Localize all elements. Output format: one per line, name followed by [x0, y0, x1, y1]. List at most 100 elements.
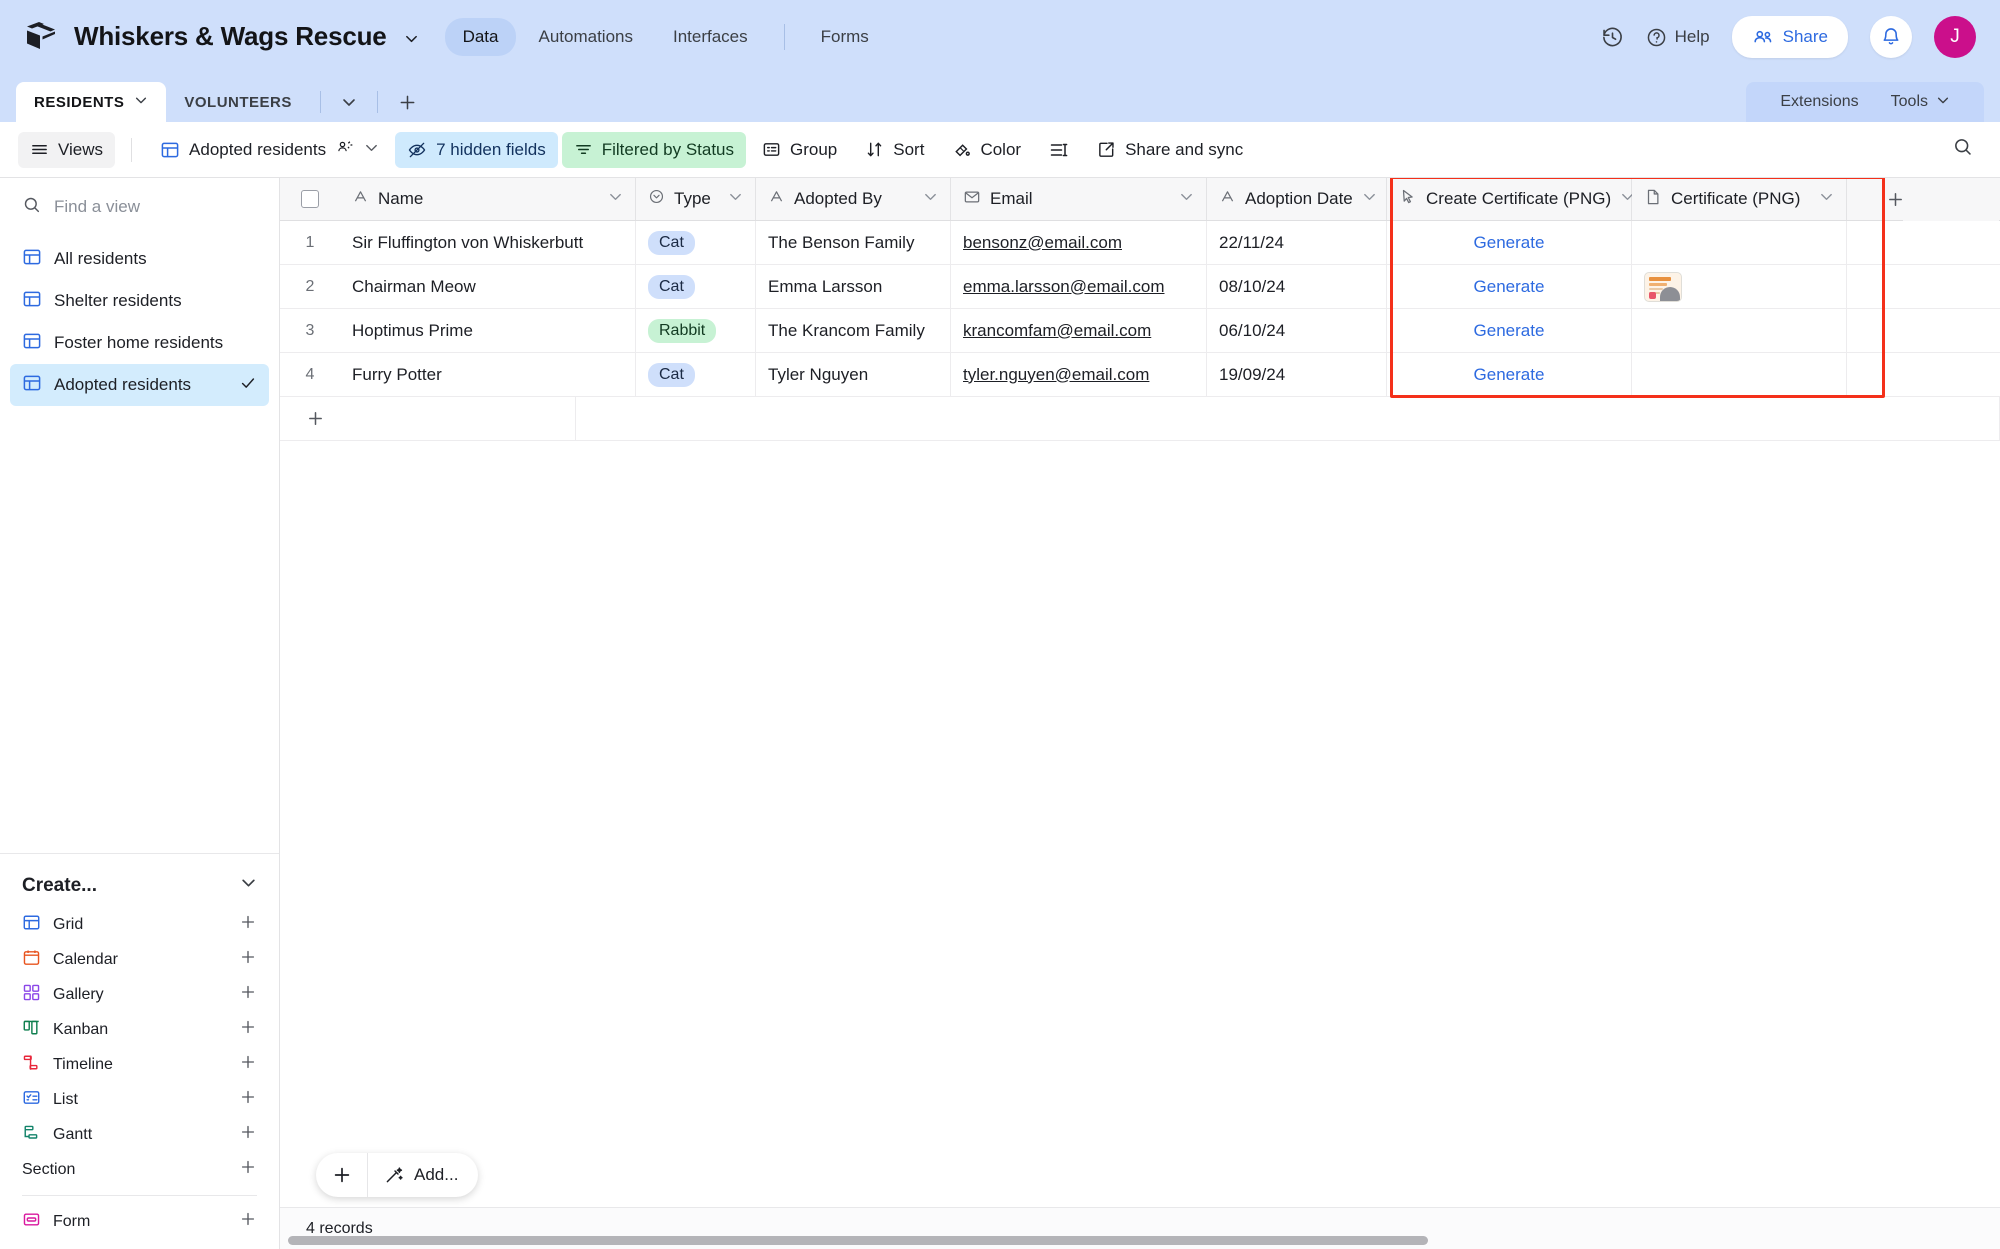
base-title[interactable]: Whiskers & Wags Rescue	[74, 21, 419, 54]
chevron-down-icon[interactable]	[728, 189, 743, 209]
sidebar-view-foster-home-residents[interactable]: Foster home residents	[10, 322, 269, 364]
column-header-certificate[interactable]: Certificate (PNG)	[1632, 178, 1847, 220]
add-icon[interactable]	[239, 1088, 257, 1111]
tools-button[interactable]: Tools	[1875, 82, 1966, 122]
add-icon[interactable]	[239, 1018, 257, 1041]
filter-button[interactable]: Filtered by Status	[561, 131, 747, 168]
chevron-down-icon[interactable]	[1179, 189, 1194, 209]
create-item-timeline[interactable]: Timeline	[10, 1047, 269, 1082]
cell-name[interactable]: Chairman Meow	[340, 265, 636, 308]
cell-create-certificate[interactable]: Generate	[1387, 309, 1632, 352]
select-all-checkbox[interactable]	[280, 178, 340, 220]
add-table-icon[interactable]	[388, 82, 427, 122]
table-row[interactable]: 3 Hoptimus Prime Rabbit The Krancom Fami…	[280, 309, 2000, 353]
tab-list-chevron-icon[interactable]	[331, 82, 367, 122]
add-icon[interactable]	[239, 1053, 257, 1076]
create-item-list[interactable]: List	[10, 1082, 269, 1117]
cell-adopted-by[interactable]: Tyler Nguyen	[756, 353, 951, 396]
cell-name[interactable]: Hoptimus Prime	[340, 309, 636, 352]
cell-email[interactable]: emma.larsson@email.com	[951, 265, 1207, 308]
add-with-ai-button[interactable]: Add...	[368, 1153, 478, 1197]
cell-adoption-date[interactable]: 08/10/24	[1207, 265, 1387, 308]
chevron-down-icon[interactable]	[923, 189, 938, 209]
email-link[interactable]: krancomfam@email.com	[963, 321, 1151, 341]
share-button[interactable]: Share	[1731, 16, 1848, 58]
email-link[interactable]: emma.larsson@email.com	[963, 277, 1164, 297]
horizontal-scrollbar[interactable]	[288, 1236, 1428, 1245]
generate-button[interactable]: Generate	[1399, 277, 1619, 297]
add-icon[interactable]	[239, 1158, 257, 1181]
cell-create-certificate[interactable]: Generate	[1387, 353, 1632, 396]
nav-tab-forms[interactable]: Forms	[803, 18, 887, 56]
table-tab-residents[interactable]: RESIDENTS	[16, 82, 167, 122]
cell-type[interactable]: Cat	[636, 353, 756, 396]
current-view-button[interactable]: Adopted residents	[148, 129, 391, 170]
email-link[interactable]: tyler.nguyen@email.com	[963, 365, 1149, 385]
add-icon[interactable]	[239, 1210, 257, 1233]
history-icon[interactable]	[1601, 26, 1624, 49]
notifications-bell-icon[interactable]	[1870, 16, 1912, 58]
share-and-sync-button[interactable]: Share and sync	[1085, 132, 1255, 168]
table-row[interactable]: 1 Sir Fluffington von Whiskerbutt Cat Th…	[280, 221, 2000, 265]
column-header-adopted-by[interactable]: Adopted By	[756, 178, 951, 220]
generate-button[interactable]: Generate	[1399, 365, 1619, 385]
cell-certificate[interactable]	[1632, 221, 1847, 264]
cell-adopted-by[interactable]: The Krancom Family	[756, 309, 951, 352]
cell-adoption-date[interactable]: 06/10/24	[1207, 309, 1387, 352]
nav-tab-data[interactable]: Data	[444, 18, 517, 56]
chevron-down-icon[interactable]	[1362, 189, 1377, 209]
user-avatar[interactable]: J	[1934, 16, 1976, 58]
sidebar-view-adopted-residents[interactable]: Adopted residents	[10, 364, 269, 406]
group-button[interactable]: Group	[750, 132, 849, 168]
cell-type[interactable]: Rabbit	[636, 309, 756, 352]
cell-adopted-by[interactable]: The Benson Family	[756, 221, 951, 264]
column-header-adoption-date[interactable]: Adoption Date	[1207, 178, 1387, 220]
add-icon[interactable]	[239, 948, 257, 971]
table-row[interactable]: 4 Furry Potter Cat Tyler Nguyen tyler.ng…	[280, 353, 2000, 397]
chevron-down-icon[interactable]	[1819, 189, 1834, 209]
table-row[interactable]: 2 Chairman Meow Cat Emma Larsson emma.la…	[280, 265, 2000, 309]
cell-certificate[interactable]	[1632, 353, 1847, 396]
create-item-grid[interactable]: Grid	[10, 907, 269, 942]
generate-button[interactable]: Generate	[1399, 233, 1619, 253]
nav-tab-interfaces[interactable]: Interfaces	[655, 18, 766, 56]
color-button[interactable]: Color	[940, 132, 1033, 168]
create-header[interactable]: Create...	[10, 868, 269, 907]
cell-type[interactable]: Cat	[636, 265, 756, 308]
certificate-thumbnail[interactable]	[1644, 271, 1682, 302]
sort-button[interactable]: Sort	[853, 132, 936, 168]
cell-adopted-by[interactable]: Emma Larsson	[756, 265, 951, 308]
cell-type[interactable]: Cat	[636, 221, 756, 264]
search-input[interactable]	[54, 197, 275, 217]
add-record-plus-icon[interactable]	[280, 397, 576, 440]
cell-email[interactable]: bensonz@email.com	[951, 221, 1207, 264]
email-link[interactable]: bensonz@email.com	[963, 233, 1122, 253]
create-item-calendar[interactable]: Calendar	[10, 942, 269, 977]
hidden-fields-button[interactable]: 7 hidden fields	[395, 131, 558, 168]
chevron-down-icon[interactable]	[608, 189, 623, 209]
row-height-button[interactable]	[1037, 132, 1081, 168]
cell-name[interactable]: Furry Potter	[340, 353, 636, 396]
cell-adoption-date[interactable]: 22/11/24	[1207, 221, 1387, 264]
generate-button[interactable]: Generate	[1399, 321, 1619, 341]
create-item-kanban[interactable]: Kanban	[10, 1012, 269, 1047]
cell-name[interactable]: Sir Fluffington von Whiskerbutt	[340, 221, 636, 264]
create-item-gantt[interactable]: Gantt	[10, 1117, 269, 1152]
create-item-gallery[interactable]: Gallery	[10, 977, 269, 1012]
add-icon[interactable]	[239, 1123, 257, 1146]
cell-certificate[interactable]	[1632, 265, 1847, 308]
add-icon[interactable]	[239, 913, 257, 936]
help-button[interactable]: Help	[1646, 27, 1710, 48]
create-item-form[interactable]: Form	[10, 1204, 269, 1239]
cell-email[interactable]: tyler.nguyen@email.com	[951, 353, 1207, 396]
cell-adoption-date[interactable]: 19/09/24	[1207, 353, 1387, 396]
create-item-section[interactable]: Section	[10, 1152, 269, 1187]
table-tab-volunteers[interactable]: VOLUNTEERS	[166, 82, 310, 122]
column-header-create-certificate[interactable]: Create Certificate (PNG)	[1387, 178, 1634, 220]
extensions-button[interactable]: Extensions	[1764, 82, 1874, 122]
cell-create-certificate[interactable]: Generate	[1387, 265, 1632, 308]
column-header-name[interactable]: Name	[340, 178, 636, 220]
cell-create-certificate[interactable]: Generate	[1387, 221, 1632, 264]
sidebar-view-all-residents[interactable]: All residents	[10, 238, 269, 280]
cell-email[interactable]: krancomfam@email.com	[951, 309, 1207, 352]
